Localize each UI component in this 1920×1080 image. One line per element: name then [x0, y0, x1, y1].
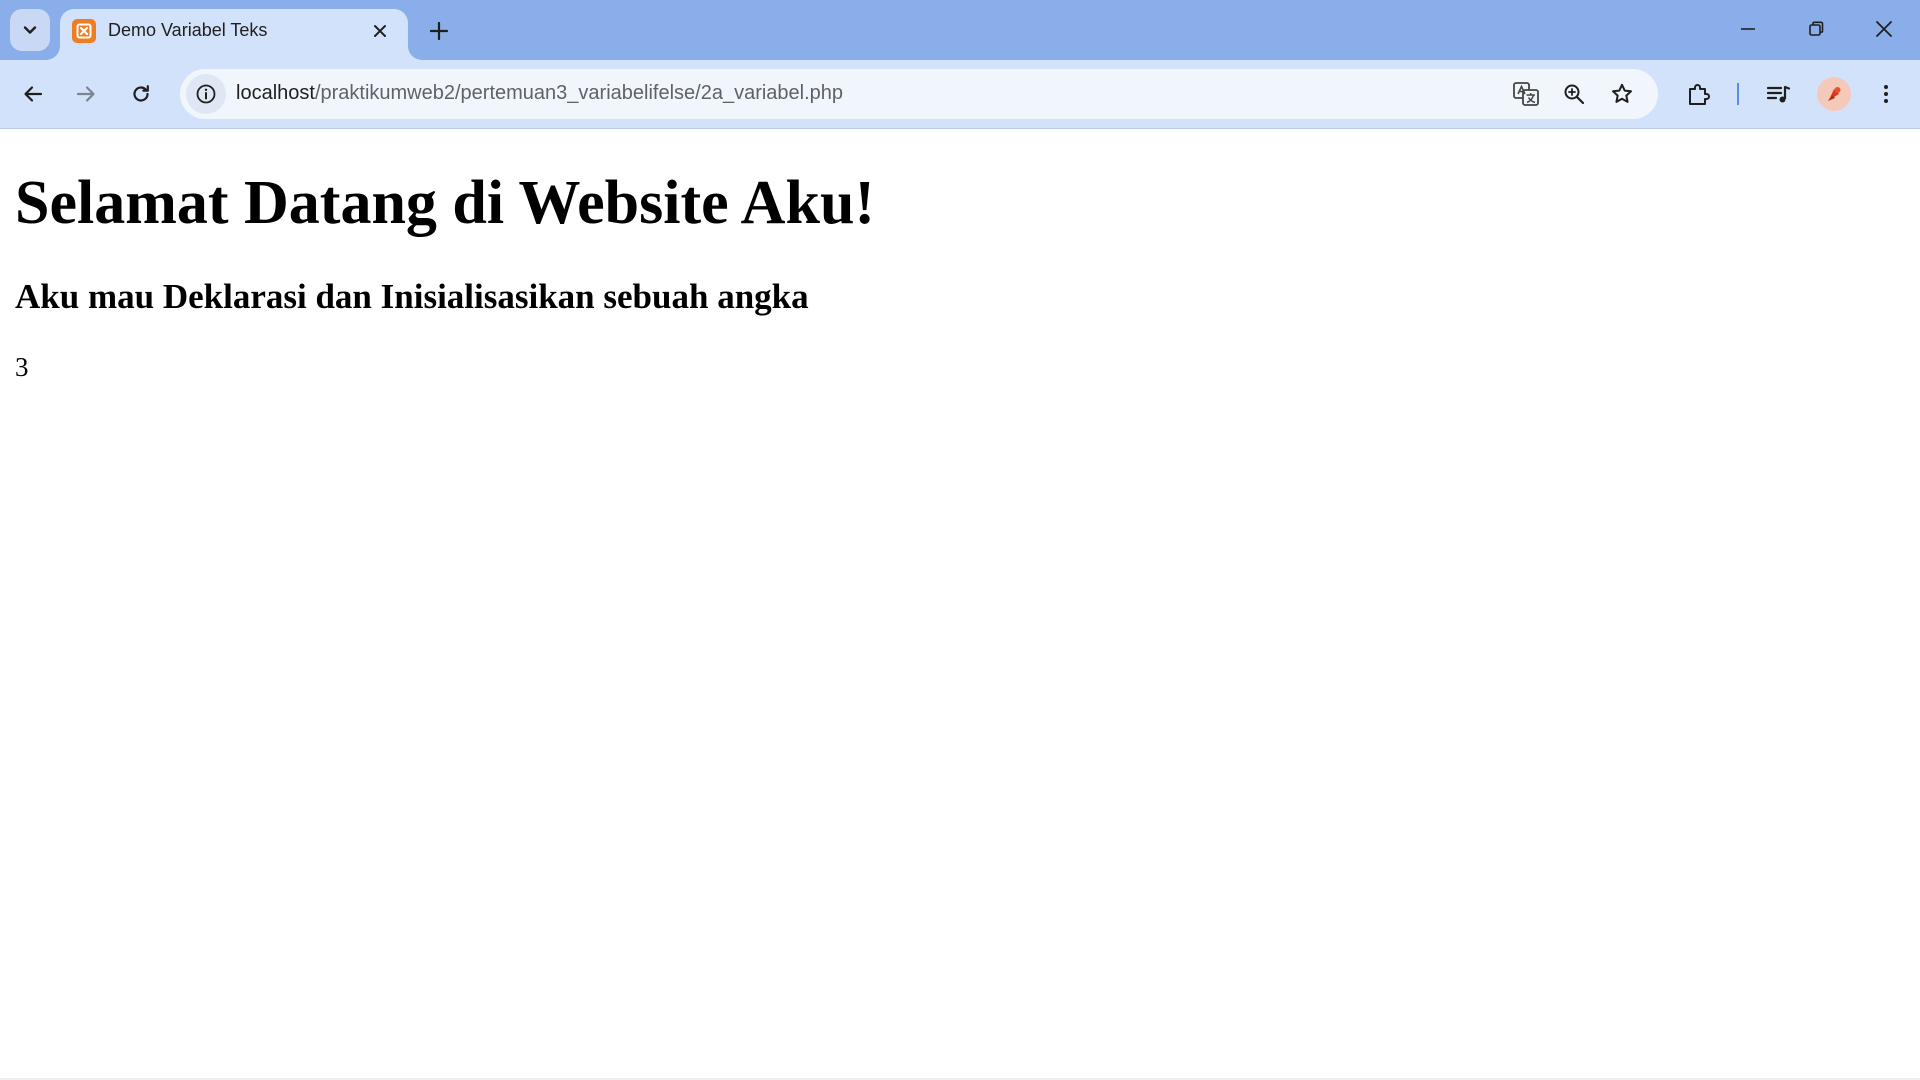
restore-button[interactable]	[1782, 0, 1850, 58]
minimize-button[interactable]	[1714, 0, 1782, 58]
close-icon	[1876, 21, 1892, 37]
page-subheading: Aku mau Deklarasi dan Inisialisasikan se…	[15, 277, 809, 316]
browser-menu-button[interactable]	[1866, 74, 1906, 114]
info-icon	[196, 84, 216, 104]
zoom-in-icon	[1564, 84, 1585, 105]
arrow-right-icon	[76, 86, 95, 102]
tab-strip: Demo Variabel Teks	[0, 0, 1920, 60]
restore-icon	[1809, 21, 1824, 36]
url-host: localhost	[236, 82, 315, 104]
puzzle-icon	[1689, 84, 1710, 105]
back-button[interactable]	[13, 74, 53, 114]
tab-close-button[interactable]	[366, 17, 394, 45]
reload-button[interactable]	[121, 74, 161, 114]
page-content: Selamat Datang di Website Aku! Aku mau D…	[0, 129, 1920, 1080]
site-info-button[interactable]	[186, 74, 226, 114]
xampp-icon	[72, 19, 96, 43]
plus-icon	[429, 21, 449, 41]
extensions-button[interactable]	[1679, 74, 1719, 114]
bookmark-button[interactable]	[1604, 76, 1640, 112]
avatar-icon	[1828, 87, 1841, 101]
variable-value: 3	[15, 352, 29, 382]
page-heading: Selamat Datang di Website Aku!	[15, 169, 876, 237]
tab-search-button[interactable]	[10, 9, 50, 51]
minimize-icon	[1741, 28, 1755, 30]
queue-music-icon	[1766, 85, 1791, 103]
close-window-button[interactable]	[1850, 0, 1918, 58]
media-controls-button[interactable]	[1758, 74, 1798, 114]
more-vertical-icon	[1884, 85, 1888, 103]
browser-toolbar: localhost/praktikumweb2/pertemuan3_varia…	[0, 60, 1920, 129]
forward-button[interactable]	[66, 74, 106, 114]
close-icon	[374, 25, 386, 37]
tab-active[interactable]: Demo Variabel Teks	[60, 9, 408, 60]
toolbar-divider	[1737, 83, 1739, 105]
zoom-button[interactable]	[1556, 76, 1592, 112]
translate-button[interactable]	[1508, 76, 1544, 112]
star-icon	[1612, 83, 1632, 103]
reload-icon	[133, 85, 149, 102]
translate-icon	[1513, 82, 1539, 106]
chevron-down-icon	[23, 26, 37, 34]
new-tab-button[interactable]	[422, 14, 456, 48]
profile-avatar[interactable]	[1817, 77, 1851, 111]
url-text[interactable]: localhost/praktikumweb2/pertemuan3_varia…	[236, 82, 843, 105]
tab-title: Demo Variabel Teks	[108, 20, 268, 40]
address-bar[interactable]: localhost/praktikumweb2/pertemuan3_varia…	[180, 69, 1658, 119]
url-path: /praktikumweb2/pertemuan3_variabelifelse…	[314, 82, 844, 104]
arrow-left-icon	[24, 86, 43, 102]
